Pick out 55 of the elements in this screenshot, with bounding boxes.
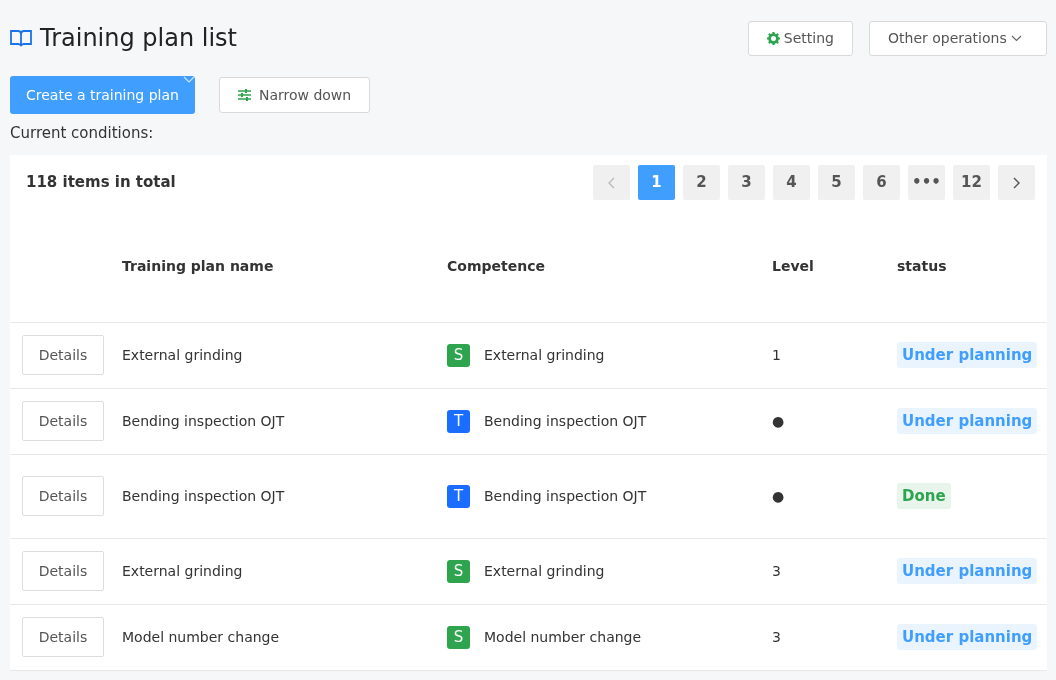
column-header: Level (772, 256, 815, 276)
next-page-button[interactable] (998, 165, 1035, 200)
status-tag: Under planning (897, 557, 1038, 584)
competence-name: Bending inspection OJT (484, 411, 647, 431)
setting-button[interactable]: Setting (747, 20, 853, 56)
plan-name: External grinding (122, 345, 244, 365)
competence-type-tag: S (447, 625, 470, 649)
page-button[interactable]: 4 (773, 165, 810, 200)
chevron-down-icon (1010, 34, 1022, 42)
column-header: status (897, 256, 947, 276)
competence-name: Bending inspection OJT (484, 486, 647, 506)
details-button[interactable]: Details (22, 335, 104, 375)
competence-name: External grinding (484, 561, 605, 581)
chevron-right-icon (1013, 176, 1020, 189)
page-button[interactable]: ••• (908, 165, 945, 200)
competence-type-tag: S (447, 343, 470, 367)
details-button[interactable]: Details (22, 551, 104, 591)
level-value: 3 (772, 562, 781, 579)
dropdown-button[interactable]: Other operations (869, 20, 1047, 56)
details-button[interactable]: Details (22, 476, 104, 516)
gear-icon (766, 31, 780, 45)
plan-name: Bending inspection OJT (122, 411, 286, 431)
conditions-label: Current conditions: (10, 123, 155, 144)
competence-name: External grinding (484, 345, 605, 365)
page-button[interactable]: 2 (683, 165, 720, 200)
competence-type-tag: T (447, 409, 470, 433)
plan-name: External grinding (122, 561, 244, 581)
level-value: ● (772, 487, 785, 504)
chevron-left-icon (608, 176, 615, 189)
page-button[interactable]: 3 (728, 165, 765, 200)
details-button[interactable]: Details (22, 617, 104, 657)
level-value: ● (772, 412, 785, 429)
page-button[interactable]: 5 (818, 165, 855, 200)
book-icon (10, 29, 32, 47)
plan-name: Model number change (122, 627, 281, 647)
status-tag: Done (897, 482, 951, 509)
competence-type-tag: T (447, 484, 470, 508)
level-value: 1 (772, 346, 781, 363)
page-title: Training plan list (40, 23, 238, 53)
plan-name: Bending inspection OJT (122, 486, 286, 506)
details-button[interactable]: Details (22, 401, 104, 441)
corner-chevron-icon (182, 76, 195, 84)
status-tag: Under planning (897, 341, 1038, 368)
competence-name: Model number change (484, 627, 642, 647)
status-tag: Under planning (897, 623, 1038, 650)
competence-type-tag: S (447, 559, 470, 583)
column-header: Competence (447, 256, 546, 276)
page-button[interactable]: 12 (953, 165, 990, 200)
sliders-icon (237, 89, 251, 101)
status-tag: Under planning (897, 407, 1038, 434)
column-header: Training plan name (122, 256, 275, 276)
total-count: 118 items in total (26, 172, 176, 194)
level-value: 3 (772, 628, 781, 645)
narrow-down-button[interactable]: Narrow down (218, 77, 371, 113)
page-button[interactable]: 6 (863, 165, 900, 200)
